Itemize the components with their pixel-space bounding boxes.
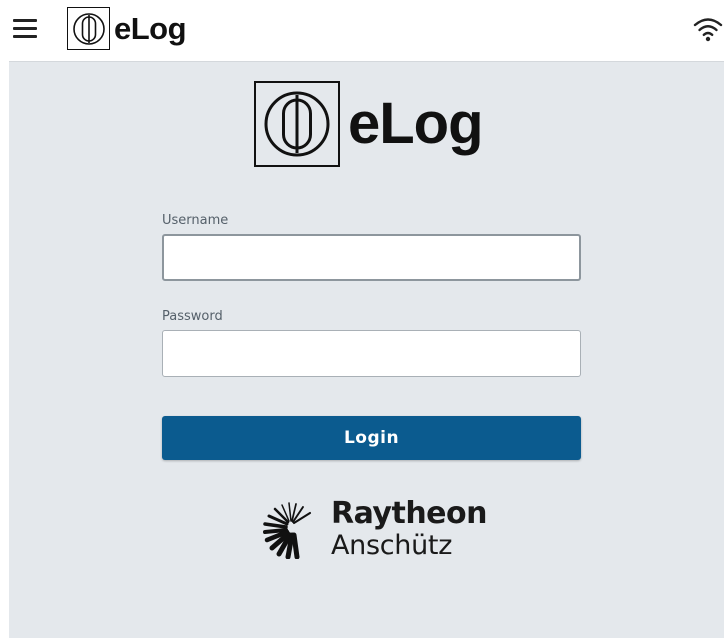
elog-logo-icon — [67, 7, 110, 50]
brand-logo: Raytheon Anschütz — [261, 496, 488, 561]
hamburger-menu-icon[interactable] — [13, 17, 39, 39]
brand-name: Raytheon — [331, 496, 488, 531]
main-logo: eLog — [254, 80, 484, 168]
raytheon-sunburst-icon — [263, 502, 312, 559]
wifi-icon — [693, 15, 723, 43]
brand-subname: Anschütz — [331, 530, 453, 561]
password-label: Password — [162, 309, 223, 324]
username-label: Username — [162, 213, 229, 228]
header-logo: eLog — [67, 7, 187, 50]
password-input[interactable] — [162, 330, 581, 377]
header-app-name: eLog — [114, 10, 187, 46]
main-app-name: eLog — [348, 91, 484, 156]
login-panel: eLog Username Password Login Raytheon An… — [9, 61, 724, 638]
login-button[interactable]: Login — [162, 416, 581, 460]
elog-logo-large-icon — [254, 81, 340, 167]
username-input[interactable] — [162, 234, 581, 281]
top-bar: eLog — [0, 0, 724, 61]
